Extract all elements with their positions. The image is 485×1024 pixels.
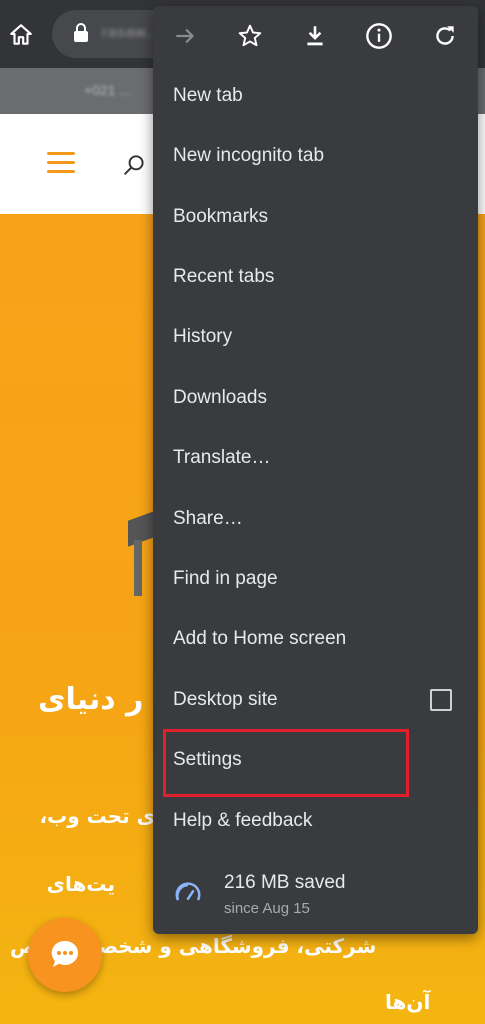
menu-item-bookmarks[interactable]: Bookmarks <box>153 187 478 247</box>
menu-item-recent-tabs[interactable]: Recent tabs <box>153 247 478 307</box>
data-saved-since: since Aug 15 <box>224 900 310 917</box>
hero-text-line: یت‌های <box>46 872 115 896</box>
menu-item-label: Desktop site <box>173 689 278 710</box>
refresh-icon[interactable] <box>425 16 465 56</box>
home-icon[interactable] <box>0 14 42 56</box>
chat-icon <box>51 940 79 967</box>
download-icon[interactable] <box>295 16 335 56</box>
menu-item-downloads[interactable]: Downloads <box>153 368 478 428</box>
data-saved-amount: 216 MB saved <box>224 872 346 893</box>
info-icon[interactable] <box>359 16 399 56</box>
phone-text: +021 ... <box>84 82 132 98</box>
desk-illustration <box>128 511 154 596</box>
menu-item-add-to-home-screen[interactable]: Add to Home screen <box>153 609 478 669</box>
menu-item-share[interactable]: Share… <box>153 489 478 549</box>
forward-icon[interactable] <box>165 16 205 56</box>
menu-item-translate[interactable]: Translate… <box>153 428 478 488</box>
star-icon[interactable] <box>230 16 270 56</box>
hero-text-line: آن‌ها <box>385 990 431 1014</box>
desktop-site-checkbox[interactable] <box>430 689 452 711</box>
menu-icon-row <box>153 6 478 66</box>
menu-item-history[interactable]: History <box>153 307 478 367</box>
speedometer-icon <box>173 880 203 915</box>
chat-button[interactable] <box>28 918 102 992</box>
settings-highlight-box <box>163 729 409 797</box>
menu-item-find-in-page[interactable]: Find in page <box>153 549 478 609</box>
hero-text-line: ی تحت وب، <box>39 804 155 828</box>
menu-item-help-feedback[interactable]: Help & feedback <box>153 791 478 851</box>
lock-icon <box>72 22 90 49</box>
search-icon[interactable] <box>122 152 148 183</box>
menu-item-new-tab[interactable]: New tab <box>153 66 478 126</box>
hero-title: ر دنیای <box>38 682 144 717</box>
menu-item-new-incognito-tab[interactable]: New incognito tab <box>153 126 478 186</box>
menu-item-desktop-site[interactable]: Desktop site <box>153 670 478 730</box>
data-saver-summary[interactable]: 216 MB saved since Aug 15 <box>153 866 478 926</box>
hamburger-menu-icon[interactable] <box>47 152 75 179</box>
